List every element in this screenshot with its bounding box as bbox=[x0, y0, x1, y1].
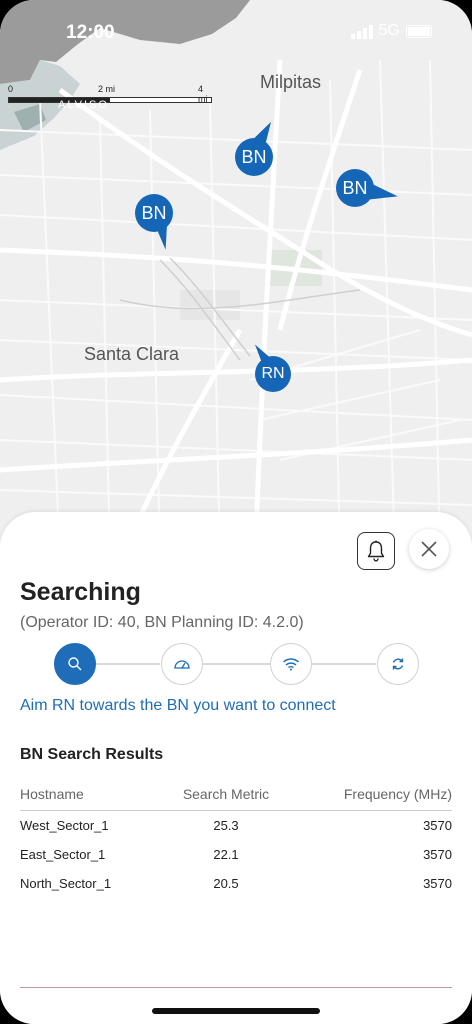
step-sync[interactable] bbox=[377, 643, 419, 685]
close-icon bbox=[421, 541, 437, 557]
notification-button[interactable] bbox=[357, 532, 395, 570]
search-icon bbox=[68, 657, 82, 671]
status-time: 12:00 bbox=[66, 22, 115, 43]
table-row[interactable]: East_Sector_1 22.1 3570 bbox=[20, 840, 452, 869]
cellular-signal-icon bbox=[350, 23, 373, 39]
instruction-text: Aim RN towards the BN you want to connec… bbox=[20, 697, 336, 714]
map-pin-bn[interactable]: BN bbox=[235, 138, 273, 176]
scale-label-mid: 2 mi bbox=[98, 84, 116, 94]
map-scale: 0 2 mi 4 mi bbox=[8, 84, 212, 104]
row-frequency: 3570 bbox=[423, 876, 452, 891]
step-connect[interactable] bbox=[270, 643, 312, 685]
place-label-alviso: ALVISO bbox=[58, 99, 109, 111]
place-label-milpitas: Milpitas bbox=[260, 72, 322, 92]
step-search[interactable] bbox=[54, 643, 96, 685]
sheet-title: Searching bbox=[20, 578, 141, 606]
close-button[interactable] bbox=[409, 529, 449, 569]
place-label-santa-clara: Santa Clara bbox=[84, 344, 180, 364]
status-indicators: 5G bbox=[350, 22, 432, 40]
row-metric: 25.3 bbox=[213, 818, 239, 833]
row-metric: 20.5 bbox=[213, 876, 239, 891]
scale-bar bbox=[8, 97, 212, 103]
results-table: Hostname Search Metric Frequency (MHz) W… bbox=[20, 786, 452, 898]
row-hostname: West_Sector_1 bbox=[20, 818, 109, 833]
column-search-metric: Search Metric bbox=[182, 786, 270, 802]
column-hostname: Hostname bbox=[20, 786, 84, 802]
wifi-icon bbox=[283, 658, 299, 671]
row-metric: 22.1 bbox=[213, 847, 239, 862]
speedometer-icon bbox=[174, 660, 190, 669]
scale-label-end: 4 mi bbox=[198, 84, 208, 104]
row-frequency: 3570 bbox=[423, 818, 452, 833]
sheet-subtitle: (Operator ID: 40, BN Planning ID: 4.2.0) bbox=[20, 614, 304, 631]
row-hostname: East_Sector_1 bbox=[20, 847, 106, 862]
scale-label-start: 0 bbox=[8, 84, 14, 94]
home-indicator[interactable] bbox=[152, 1008, 320, 1014]
bell-icon bbox=[367, 540, 385, 562]
results-title: BN Search Results bbox=[20, 746, 164, 763]
progress-stepper bbox=[20, 643, 440, 685]
network-type: 5G bbox=[378, 22, 400, 39]
battery-icon bbox=[406, 24, 432, 38]
sync-icon bbox=[392, 658, 404, 670]
step-connector bbox=[312, 663, 376, 665]
map-pin-rn[interactable]: RN bbox=[255, 356, 291, 392]
step-measure[interactable] bbox=[161, 643, 203, 685]
phone-screen: 12:00 5G 0 2 mi 4 mi Milpitas ALVISO San… bbox=[0, 0, 472, 1024]
table-row[interactable]: West_Sector_1 25.3 3570 bbox=[20, 811, 452, 840]
divider bbox=[20, 987, 452, 988]
row-frequency: 3570 bbox=[423, 847, 452, 862]
column-frequency: Frequency (MHz) bbox=[343, 786, 452, 802]
table-header: Hostname Search Metric Frequency (MHz) bbox=[20, 786, 452, 811]
table-row[interactable]: North_Sector_1 20.5 3570 bbox=[20, 869, 452, 898]
row-hostname: North_Sector_1 bbox=[20, 876, 112, 891]
map-pin-bn[interactable]: BN bbox=[135, 194, 173, 232]
map-pin-bn[interactable]: BN bbox=[336, 169, 374, 207]
step-connector bbox=[202, 663, 270, 665]
